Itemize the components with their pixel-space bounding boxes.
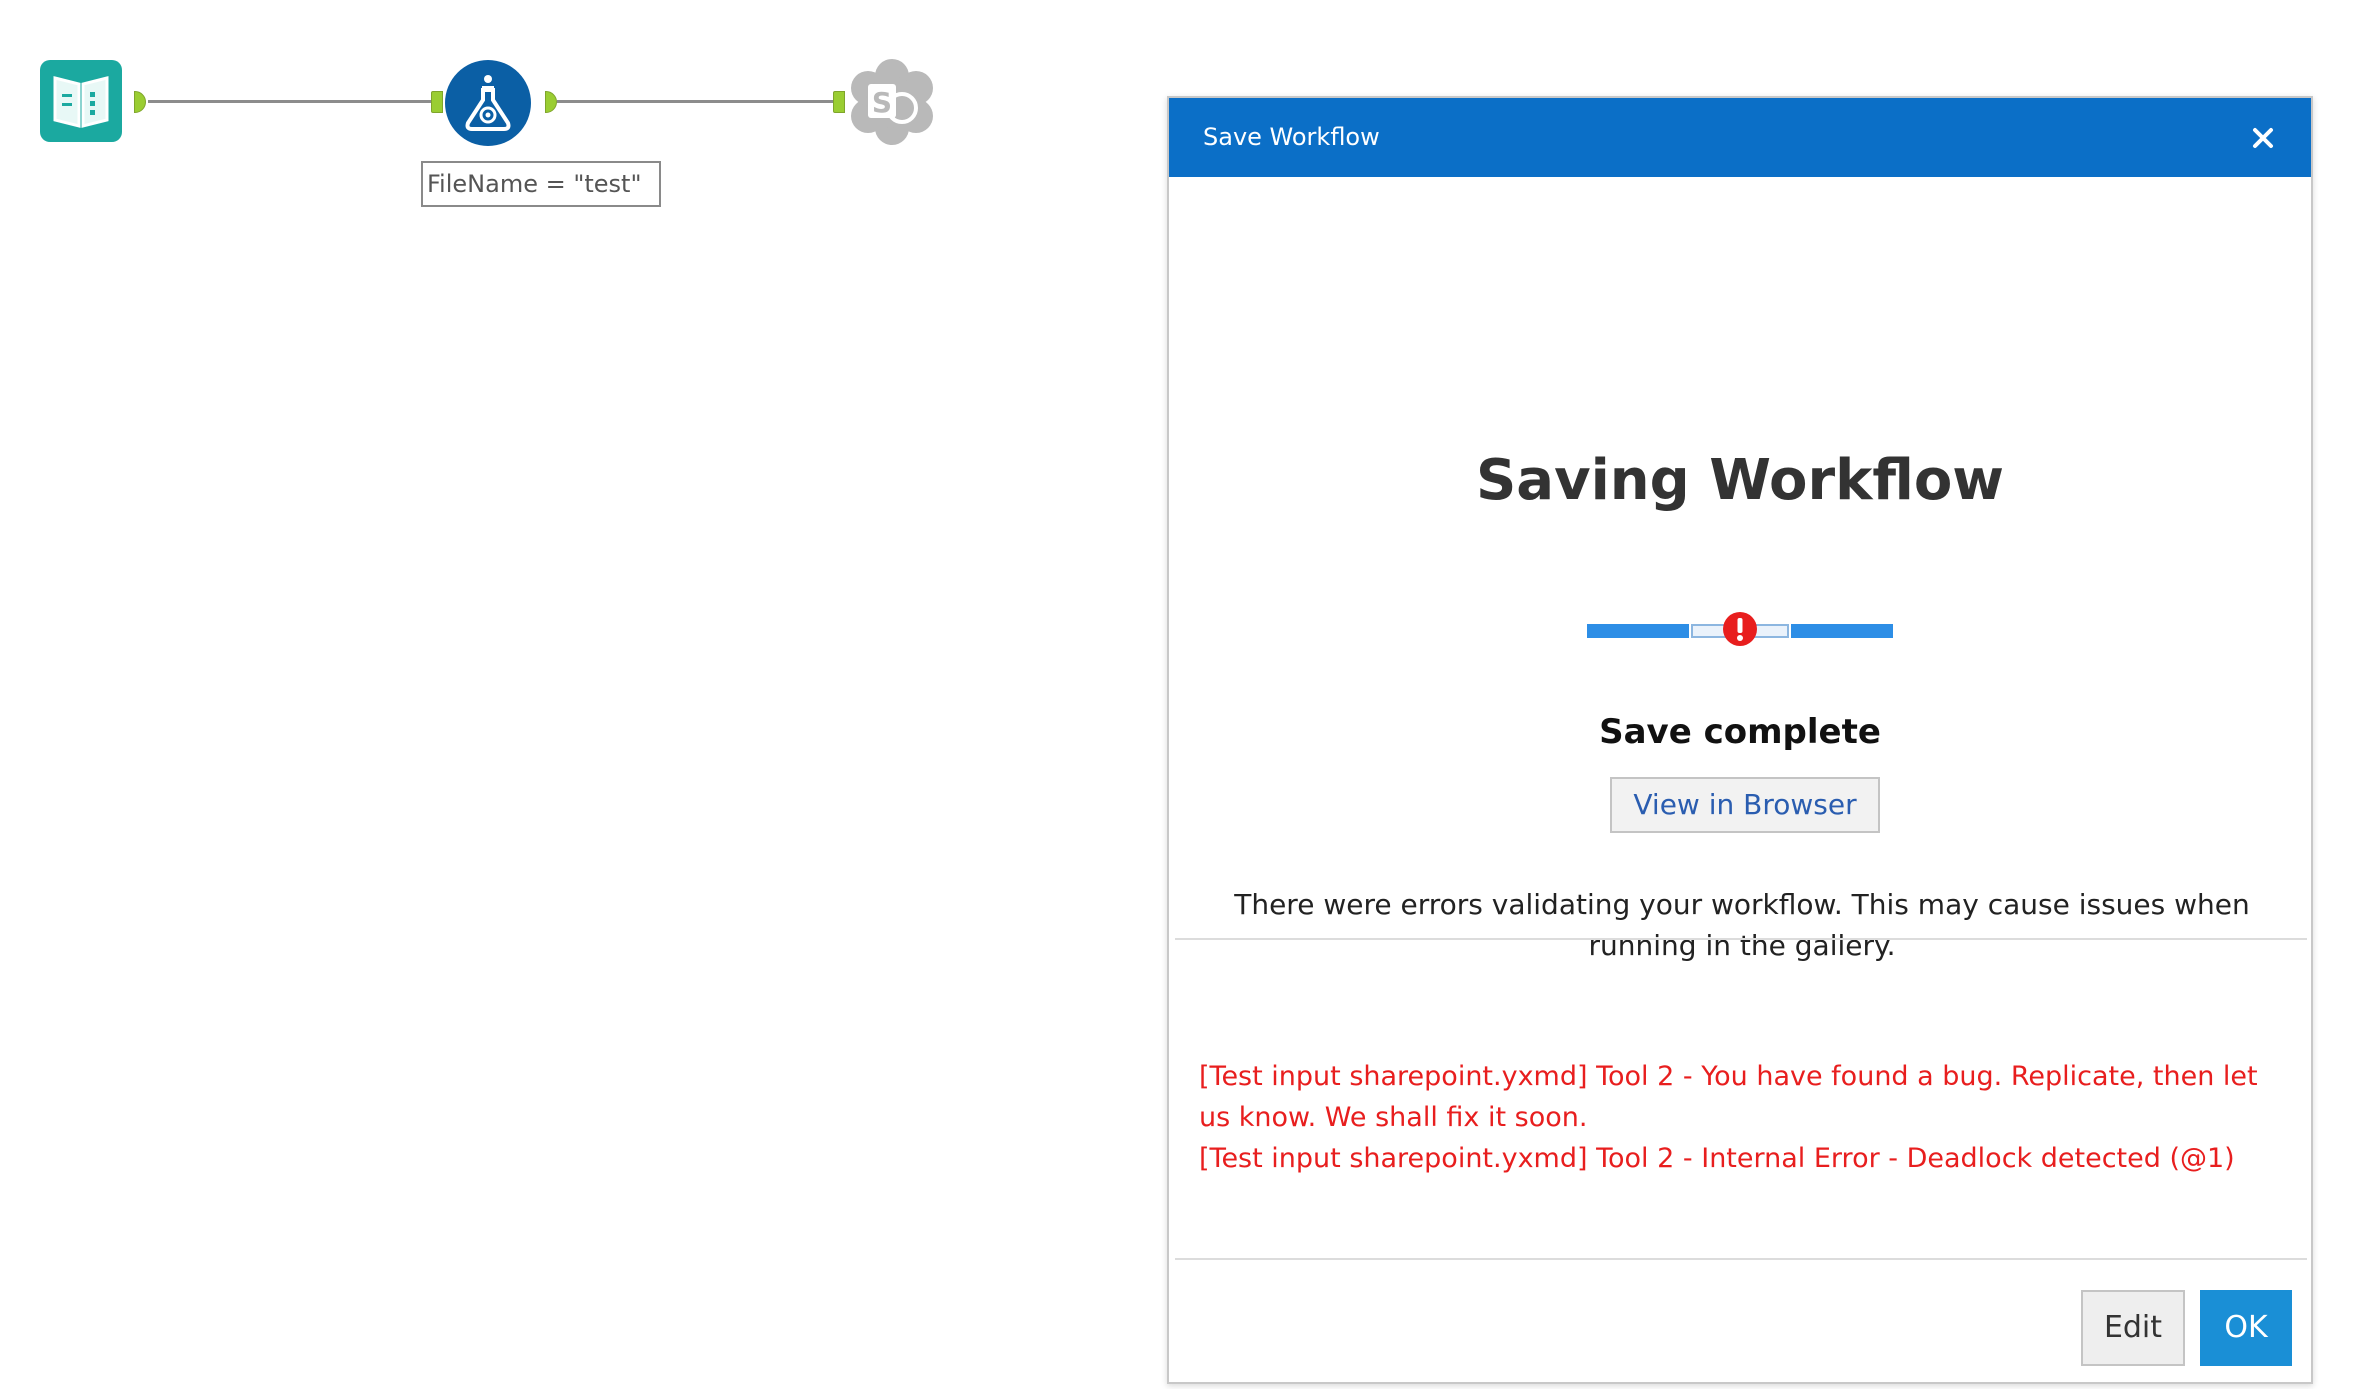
progress-step-1 [1587,624,1689,638]
save-status: Save complete [1599,712,1881,752]
book-icon [53,76,109,128]
sharepoint-icon: S [851,59,933,145]
save-workflow-dialog: Save Workflow Saving Workflow Save compl… [1167,96,2313,1384]
edit-button[interactable]: Edit [2081,1290,2185,1366]
exclamation-icon [1723,612,1757,646]
sharepoint-tool-input-anchor[interactable] [833,91,845,113]
divider-top [1175,938,2307,940]
formula-tool[interactable] [445,60,531,146]
dialog-titlebar[interactable]: Save Workflow [1169,98,2311,177]
close-icon [2253,128,2273,148]
formula-tool-input-anchor[interactable] [431,91,443,113]
dialog-heading: Saving Workflow [1475,448,2005,513]
formula-annotation[interactable]: FileName = "test" [421,161,661,207]
divider-bottom [1175,1258,2307,1260]
input-data-tool[interactable] [40,60,122,142]
error-list: [Test input sharepoint.yxmd] Tool 2 - Yo… [1199,1056,2289,1179]
progress-step-4 [1791,624,1893,638]
validation-message: There were errors validating your workfl… [1234,888,2250,962]
dialog-title: Save Workflow [1203,123,1380,151]
svg-text:S: S [872,86,892,119]
sharepoint-output-tool[interactable]: S [846,56,938,148]
error-item: [Test input sharepoint.yxmd] Tool 2 - Yo… [1199,1061,2258,1133]
formula-tool-output-anchor[interactable] [545,91,557,113]
flask-icon [465,75,511,131]
input-tool-output-anchor[interactable] [134,91,146,113]
error-item: [Test input sharepoint.yxmd] Tool 2 - In… [1199,1143,2235,1174]
close-button[interactable] [2245,120,2281,156]
connection-formula-to-output[interactable] [557,100,833,103]
save-progress-indicator [1587,608,1893,650]
connection-input-to-formula[interactable] [148,100,432,103]
ok-button[interactable]: OK [2200,1290,2292,1366]
view-in-browser-button[interactable]: View in Browser [1610,777,1880,833]
